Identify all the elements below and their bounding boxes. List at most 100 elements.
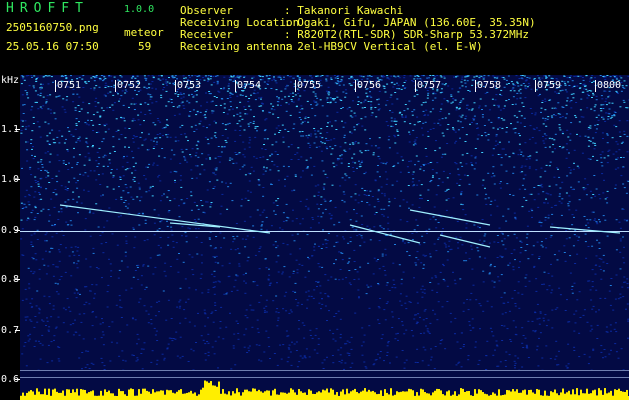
noise-pixel (175, 331, 178, 333)
noise-pixel (256, 328, 259, 330)
power-bar (30, 390, 32, 400)
file-name: 2505160750.png (6, 21, 99, 34)
noise-pixel (295, 218, 298, 220)
noise-pixel (585, 224, 588, 226)
noise-pixel (377, 283, 380, 284)
noise-pixel (460, 116, 463, 118)
noise-pixel (226, 98, 229, 99)
noise-pixel (548, 185, 551, 187)
noise-pixel (475, 299, 478, 301)
noise-pixel (103, 79, 105, 81)
noise-pixel (541, 77, 544, 79)
noise-pixel (140, 196, 143, 198)
noise-pixel (296, 233, 299, 235)
noise-pixel (254, 127, 257, 129)
noise-pixel (116, 168, 118, 170)
noise-pixel (243, 220, 246, 222)
power-bar (560, 392, 562, 400)
noise-pixel (189, 154, 192, 156)
power-bar (486, 394, 488, 400)
noise-pixel (289, 81, 292, 83)
noise-pixel (289, 309, 292, 311)
noise-pixel (453, 279, 456, 281)
power-bar (218, 381, 220, 400)
noise-pixel (283, 295, 286, 297)
noise-pixel (133, 120, 136, 121)
noise-pixel (367, 149, 370, 151)
noise-pixel (363, 361, 366, 363)
noise-pixel (78, 357, 81, 359)
noise-pixel (370, 76, 373, 77)
noise-pixel (151, 350, 154, 352)
noise-pixel (273, 353, 276, 354)
noise-pixel (396, 82, 398, 84)
noise-pixel (415, 323, 418, 325)
noise-pixel (102, 322, 104, 324)
xtick-mark (475, 80, 476, 92)
noise-pixel (277, 255, 280, 257)
noise-pixel (58, 360, 61, 362)
noise-pixel (400, 304, 403, 306)
noise-pixel (376, 171, 379, 173)
noise-pixel (405, 295, 408, 297)
noise-pixel (39, 186, 42, 188)
noise-pixel (378, 323, 381, 324)
noise-pixel (535, 159, 538, 161)
noise-pixel (112, 175, 115, 177)
noise-pixel (333, 224, 336, 226)
noise-pixel (78, 136, 81, 138)
noise-pixel (542, 136, 544, 137)
noise-pixel (614, 343, 617, 345)
noise-pixel (598, 242, 601, 244)
noise-pixel (108, 106, 111, 108)
noise-pixel (338, 361, 341, 362)
noise-pixel (208, 238, 211, 240)
noise-pixel (437, 238, 440, 240)
noise-pixel (538, 221, 541, 223)
noise-pixel (598, 219, 600, 221)
noise-pixel (287, 95, 290, 97)
noise-pixel (172, 240, 175, 242)
noise-pixel (551, 138, 554, 140)
noise-pixel (159, 137, 162, 139)
noise-pixel (215, 122, 217, 124)
noise-pixel (296, 272, 299, 274)
noise-pixel (222, 338, 225, 340)
noise-pixel (501, 256, 504, 257)
noise-pixel (268, 78, 271, 80)
noise-pixel (514, 367, 516, 369)
noise-pixel (160, 220, 163, 222)
noise-pixel (340, 108, 343, 109)
noise-pixel (46, 95, 49, 97)
noise-pixel (600, 278, 603, 280)
power-bar (394, 394, 396, 400)
noise-pixel (585, 257, 588, 259)
noise-pixel (112, 109, 115, 111)
noise-pixel (120, 198, 123, 200)
noise-pixel (570, 93, 573, 95)
noise-pixel (586, 321, 589, 323)
noise-pixel (316, 203, 319, 205)
noise-pixel (565, 104, 568, 106)
noise-pixel (176, 91, 179, 93)
noise-pixel (588, 80, 591, 82)
noise-pixel (608, 149, 611, 151)
noise-pixel (573, 234, 576, 236)
noise-pixel (528, 166, 531, 168)
power-bar (474, 389, 476, 400)
power-bar (546, 395, 548, 400)
power-bar (412, 390, 414, 400)
noise-pixel (576, 133, 578, 135)
noise-pixel (459, 278, 462, 280)
noise-pixel (195, 94, 198, 96)
noise-pixel (512, 194, 515, 196)
noise-pixel (531, 320, 534, 322)
noise-pixel (79, 173, 82, 175)
noise-pixel (619, 106, 622, 108)
noise-pixel (309, 335, 312, 336)
noise-pixel (29, 302, 32, 304)
noise-pixel (72, 135, 75, 137)
power-bar (426, 393, 428, 400)
noise-pixel (348, 282, 351, 284)
noise-pixel (488, 272, 491, 274)
